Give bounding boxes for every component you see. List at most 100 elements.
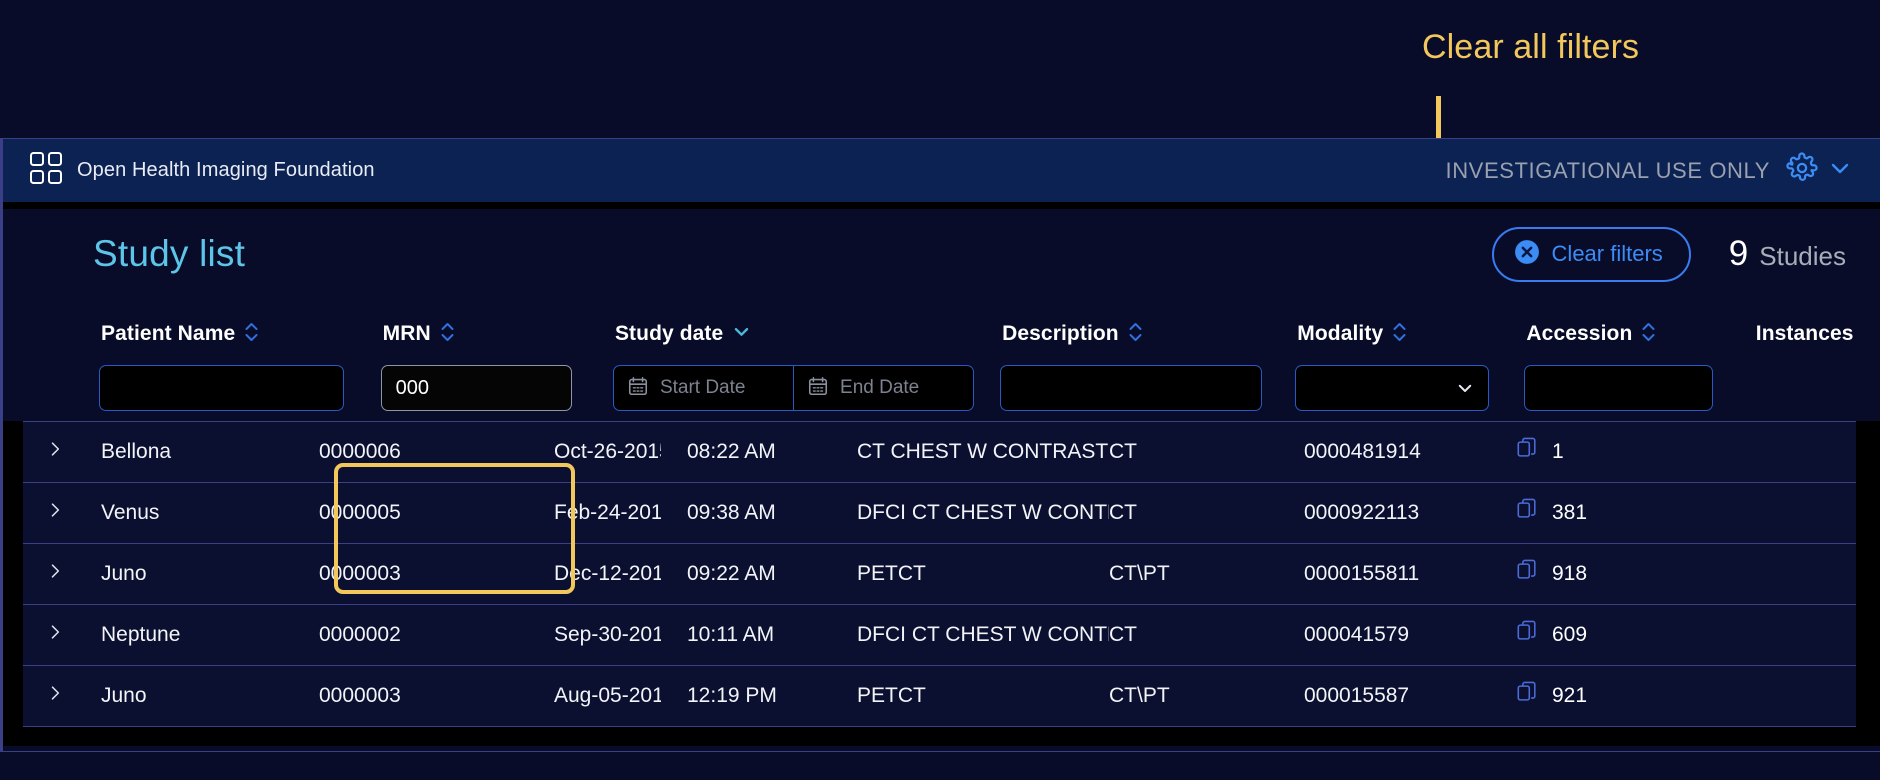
cell-mrn: 0000006 <box>319 440 554 464</box>
table-row[interactable]: Neptune 0000002 Sep-30-2014 10:11 AM DFC… <box>23 605 1856 666</box>
cell-description: PETCT <box>857 562 1109 586</box>
cell-instances: 609 <box>1516 620 1587 650</box>
filter-input-description[interactable] <box>1000 365 1262 411</box>
cell-patient-name: Bellona <box>101 440 319 464</box>
study-table-body: Bellona 0000006 Oct-26-2015 08:22 AM CT … <box>23 421 1856 727</box>
sort-updown-icon[interactable] <box>1128 321 1143 348</box>
chevron-down-icon[interactable] <box>732 322 751 346</box>
column-header-patient-name[interactable]: Patient Name <box>99 319 344 349</box>
end-date-field[interactable]: End Date <box>793 365 974 411</box>
filter-input-mrn[interactable] <box>381 365 572 411</box>
series-stack-icon <box>1516 498 1538 528</box>
column-title: Accession <box>1526 322 1632 346</box>
cell-description: PETCT <box>857 684 1109 708</box>
cell-accession: 0000155811 <box>1304 562 1516 586</box>
cell-modality: CT <box>1109 623 1304 647</box>
instances-count: 1 <box>1552 440 1564 464</box>
chevron-right-icon <box>45 558 65 590</box>
top-navigation-bar: Open Health Imaging Foundation INVESTIGA… <box>3 139 1880 209</box>
series-stack-icon <box>1516 681 1538 711</box>
row-expand-toggle[interactable] <box>45 680 101 712</box>
column-study-date: Study date <box>613 307 974 411</box>
cell-study-date: Feb-24-2015 <box>554 501 661 525</box>
cell-study-date: Dec-12-2014 <box>554 562 661 586</box>
column-header-study-date[interactable]: Study date <box>613 319 974 349</box>
chevron-down-icon <box>1828 156 1852 185</box>
brand-area[interactable]: Open Health Imaging Foundation <box>29 151 375 190</box>
cell-study-time: 10:11 AM <box>687 623 857 647</box>
column-title: Description <box>1002 322 1119 346</box>
column-header-description[interactable]: Description <box>1000 319 1262 349</box>
studies-count-number: 9 <box>1729 234 1748 274</box>
grid-squares-icon <box>29 151 63 190</box>
end-date-placeholder: End Date <box>840 377 919 399</box>
table-scrollbar[interactable] <box>1856 421 1880 746</box>
clear-filters-button[interactable]: Clear filters <box>1492 227 1691 282</box>
sort-updown-icon[interactable] <box>1392 321 1407 348</box>
cell-study-time: 12:19 PM <box>687 684 857 708</box>
cell-instances: 921 <box>1516 681 1587 711</box>
close-circle-icon <box>1514 239 1540 270</box>
filter-select-modality[interactable] <box>1295 365 1489 411</box>
cell-study-time: 09:22 AM <box>687 562 857 586</box>
row-expand-toggle[interactable] <box>45 619 101 651</box>
series-stack-icon <box>1516 620 1538 650</box>
cell-instances: 381 <box>1516 498 1587 528</box>
sort-updown-icon[interactable] <box>244 321 259 348</box>
cell-mrn: 0000005 <box>319 501 554 525</box>
column-description: Description <box>1000 307 1262 411</box>
cell-accession: 000041579 <box>1304 623 1516 647</box>
table-row[interactable]: Juno 0000003 Dec-12-2014 09:22 AM PETCT … <box>23 544 1856 605</box>
cell-description: DFCI CT CHEST W CONTR... <box>857 623 1109 647</box>
sort-updown-icon[interactable] <box>440 321 455 348</box>
series-stack-icon <box>1516 437 1538 467</box>
row-expand-toggle[interactable] <box>45 558 101 590</box>
start-date-placeholder: Start Date <box>660 377 746 399</box>
column-title: Patient Name <box>101 322 235 346</box>
cell-modality: CT <box>1109 501 1304 525</box>
filter-input-patient-name[interactable] <box>99 365 344 411</box>
sort-updown-icon[interactable] <box>1641 321 1656 348</box>
topbar-right-group: INVESTIGATIONAL USE ONLY <box>1445 152 1858 189</box>
annotation-label: Clear all filters <box>1422 28 1639 67</box>
column-instances: Instances <box>1754 307 1880 365</box>
gear-icon <box>1786 152 1818 189</box>
start-date-field[interactable]: Start Date <box>613 365 793 411</box>
cell-study-date: Oct-26-2015 <box>554 440 661 464</box>
column-header-instances: Instances <box>1754 319 1880 349</box>
cell-patient-name: Juno <box>101 562 319 586</box>
row-expand-toggle[interactable] <box>45 436 101 468</box>
filter-input-accession[interactable] <box>1524 365 1712 411</box>
cell-modality: CT\PT <box>1109 562 1304 586</box>
instances-count: 609 <box>1552 623 1587 647</box>
ohif-app-frame: Open Health Imaging Foundation INVESTIGA… <box>0 138 1880 752</box>
instances-count: 381 <box>1552 501 1587 525</box>
table-row[interactable]: Bellona 0000006 Oct-26-2015 08:22 AM CT … <box>23 422 1856 483</box>
cell-instances: 918 <box>1516 559 1587 589</box>
series-stack-icon <box>1516 559 1538 589</box>
chevron-right-icon <box>45 497 65 529</box>
modality-select-wrap <box>1295 365 1489 411</box>
column-title: Modality <box>1297 322 1383 346</box>
calendar-icon <box>627 375 649 402</box>
brand-title: Open Health Imaging Foundation <box>77 159 375 182</box>
chevron-right-icon <box>45 436 65 468</box>
table-row[interactable]: Juno 0000003 Aug-05-2014 12:19 PM PETCT … <box>23 666 1856 727</box>
table-row[interactable]: Venus 0000005 Feb-24-2015 09:38 AM DFCI … <box>23 483 1856 544</box>
column-patient-name: Patient Name <box>99 307 344 411</box>
cell-study-time: 09:38 AM <box>687 501 857 525</box>
cell-mrn: 0000003 <box>319 562 554 586</box>
settings-menu-button[interactable] <box>1786 152 1852 189</box>
column-title: Instances <box>1756 322 1854 346</box>
column-header-accession[interactable]: Accession <box>1524 319 1712 349</box>
row-expand-toggle[interactable] <box>45 497 101 529</box>
calendar-icon <box>807 375 829 402</box>
study-table: Bellona 0000006 Oct-26-2015 08:22 AM CT … <box>3 421 1880 746</box>
column-header-modality[interactable]: Modality <box>1295 319 1489 349</box>
instances-count: 921 <box>1552 684 1587 708</box>
cell-mrn: 0000003 <box>319 684 554 708</box>
cell-patient-name: Juno <box>101 684 319 708</box>
column-header-mrn[interactable]: MRN <box>381 319 572 349</box>
filter-header-row: Patient Name MRN <box>3 299 1880 421</box>
cell-instances: 1 <box>1516 437 1564 467</box>
